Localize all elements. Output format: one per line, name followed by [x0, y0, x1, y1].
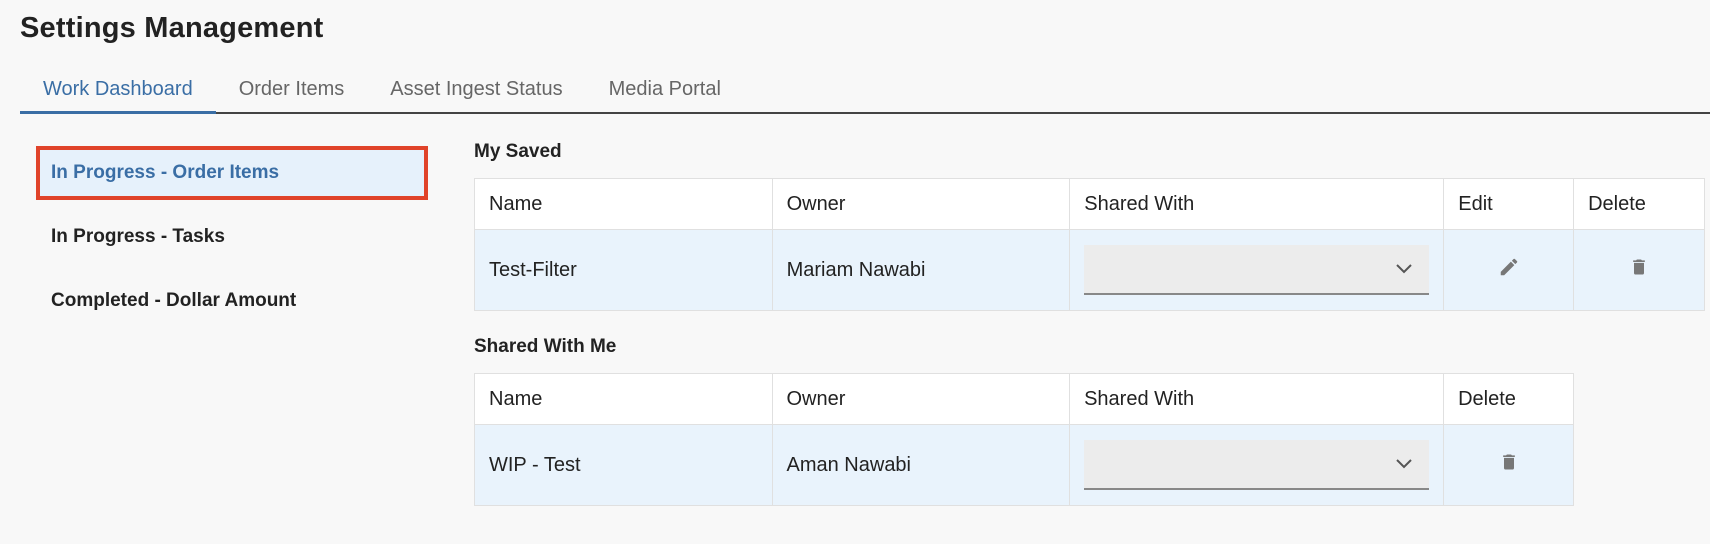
row-shared-with — [1069, 424, 1445, 506]
column-header-name: Name — [474, 373, 773, 425]
tab-order-items[interactable]: Order Items — [216, 70, 368, 114]
trash-icon[interactable] — [1629, 256, 1649, 284]
column-header-edit: Edit — [1443, 178, 1575, 230]
pencil-icon[interactable] — [1498, 256, 1520, 284]
my-saved-title: My Saved — [474, 141, 562, 162]
row-delete — [1573, 229, 1705, 311]
row-delete — [1443, 424, 1574, 506]
sidebar-item-in-progress-tasks[interactable]: In Progress - Tasks — [38, 212, 426, 262]
tab-media-portal[interactable]: Media Portal — [586, 70, 744, 114]
table-row: Test-Filter Mariam Nawabi — [474, 229, 1705, 311]
chevron-down-icon — [1395, 453, 1413, 476]
column-header-name: Name — [474, 178, 773, 230]
table-header-row: Name Owner Shared With Edit Delete — [474, 178, 1705, 230]
shared-with-select[interactable] — [1084, 245, 1430, 295]
sidebar: In Progress - Order Items In Progress - … — [36, 146, 428, 340]
tab-asset-ingest-status[interactable]: Asset Ingest Status — [367, 70, 585, 114]
table-row: WIP - Test Aman Nawabi — [474, 424, 1574, 506]
table-header-row: Name Owner Shared With Delete — [474, 373, 1574, 425]
row-name: Test-Filter — [474, 229, 773, 311]
column-header-shared-with: Shared With — [1069, 373, 1445, 425]
trash-icon[interactable] — [1499, 451, 1519, 479]
shared-with-select[interactable] — [1084, 440, 1430, 490]
column-header-shared-with: Shared With — [1069, 178, 1445, 230]
row-owner: Mariam Nawabi — [771, 229, 1071, 311]
sidebar-item-completed-dollar-amount[interactable]: Completed - Dollar Amount — [38, 276, 426, 326]
row-edit — [1443, 229, 1575, 311]
page-title: Settings Management — [20, 12, 324, 44]
column-header-delete: Delete — [1573, 178, 1705, 230]
sidebar-item-in-progress-order-items[interactable]: In Progress - Order Items — [36, 146, 428, 200]
shared-with-me-title: Shared With Me — [474, 336, 617, 357]
column-header-owner: Owner — [771, 373, 1071, 425]
column-header-owner: Owner — [771, 178, 1071, 230]
row-owner: Aman Nawabi — [771, 424, 1071, 506]
chevron-down-icon — [1395, 258, 1413, 281]
row-shared-with — [1069, 229, 1445, 311]
tab-work-dashboard[interactable]: Work Dashboard — [20, 70, 216, 114]
tab-bar: Work Dashboard Order Items Asset Ingest … — [20, 70, 1710, 114]
my-saved-table: Name Owner Shared With Edit Delete Test-… — [474, 178, 1705, 311]
row-name: WIP - Test — [474, 424, 773, 506]
shared-with-me-table: Name Owner Shared With Delete WIP - Test… — [474, 373, 1574, 506]
column-header-delete: Delete — [1443, 373, 1574, 425]
